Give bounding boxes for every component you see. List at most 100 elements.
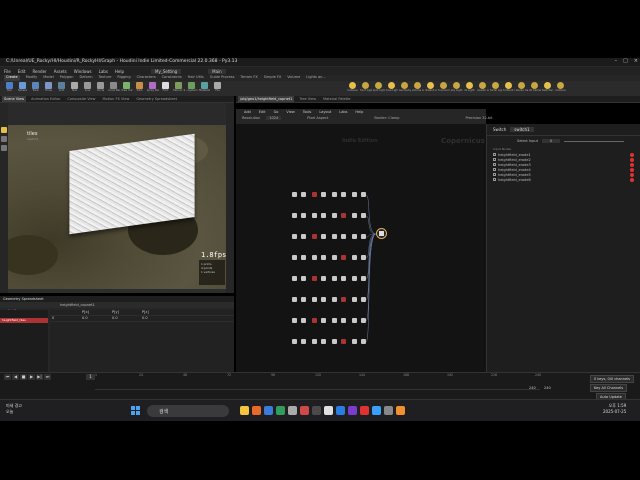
- shelf-tool[interactable]: Curve Bezier: [108, 81, 120, 95]
- remove-icon[interactable]: [630, 157, 634, 162]
- cop-node[interactable]: [301, 297, 306, 302]
- cop-node[interactable]: [361, 192, 366, 197]
- cop-node[interactable]: [361, 255, 366, 260]
- light-tool[interactable]: Area Light: [386, 81, 398, 95]
- shelf-tool[interactable]: Torus: [43, 81, 54, 95]
- shelf-tool[interactable]: Platonic Solids: [173, 81, 185, 95]
- cop-node[interactable]: [312, 234, 317, 239]
- light-tool[interactable]: Spot Light: [373, 81, 385, 95]
- light-tool[interactable]: Environment Light: [438, 81, 450, 95]
- light-tool[interactable]: Camera: [555, 81, 566, 95]
- checkbox-icon[interactable]: [493, 178, 496, 181]
- light-tool[interactable]: Volume Light: [412, 81, 424, 95]
- taskbar-app-icon[interactable]: [288, 406, 297, 415]
- network-menu-item[interactable]: Go: [274, 110, 279, 114]
- cop-node[interactable]: [292, 213, 297, 218]
- cop-node[interactable]: [341, 297, 346, 302]
- cop-node[interactable]: [312, 339, 317, 344]
- cop-node[interactable]: [312, 276, 317, 281]
- timeline-ruler[interactable]: 1 24 48 72 96 120 144 168 192 216 240: [95, 372, 541, 390]
- select-tool-icon[interactable]: [1, 127, 7, 133]
- taskbar-app-icon[interactable]: [300, 406, 309, 415]
- cop-node[interactable]: [352, 339, 357, 344]
- cop-node[interactable]: [332, 276, 337, 281]
- close-icon[interactable]: ×: [634, 58, 638, 64]
- cop-node[interactable]: [292, 297, 297, 302]
- rotate-tool-icon[interactable]: [1, 145, 7, 151]
- remove-icon[interactable]: [630, 167, 634, 172]
- shelf-tool[interactable]: L-System: [186, 81, 198, 95]
- next-key-icon[interactable]: ▶|: [36, 374, 43, 380]
- cop-node[interactable]: [312, 297, 317, 302]
- cop-node[interactable]: [301, 339, 306, 344]
- cop-node[interactable]: [301, 276, 306, 281]
- shelf-tool[interactable]: Line: [82, 81, 93, 95]
- light-tool[interactable]: Portal Light: [490, 81, 502, 95]
- network-menu-item[interactable]: Tools: [303, 110, 312, 114]
- checkbox-icon[interactable]: [493, 153, 496, 156]
- checkbox-icon[interactable]: [493, 163, 496, 166]
- cop-node[interactable]: [312, 318, 317, 323]
- menu-extra[interactable]: My_Setting: [151, 68, 182, 74]
- cop-node[interactable]: [292, 192, 297, 197]
- geo-path[interactable]: heightfield_copnet1: [0, 303, 95, 307]
- shelf-tool[interactable]: Circle: [95, 81, 106, 95]
- checkbox-icon[interactable]: [493, 158, 496, 161]
- light-tool[interactable]: Geometry Light: [399, 81, 411, 95]
- prev-key-icon[interactable]: ◀: [12, 374, 19, 380]
- shelf-tool[interactable]: Font: [160, 81, 171, 95]
- first-frame-icon[interactable]: ⏮: [4, 374, 11, 380]
- taskbar-app-icon[interactable]: [336, 406, 345, 415]
- light-tool[interactable]: Distant Light: [425, 81, 437, 95]
- light-tool[interactable]: Camera: [347, 81, 358, 95]
- cop-node[interactable]: [361, 213, 366, 218]
- cop-node[interactable]: [321, 234, 326, 239]
- light-tool[interactable]: GI Light: [464, 81, 475, 95]
- remove-icon[interactable]: [630, 162, 634, 167]
- cop-node[interactable]: [332, 234, 337, 239]
- network-menu-item[interactable]: Edit: [259, 110, 266, 114]
- cop-node[interactable]: [332, 297, 337, 302]
- end-frame-a[interactable]: 240: [529, 386, 536, 390]
- remove-icon[interactable]: [630, 177, 634, 182]
- taskbar-app-icon[interactable]: [360, 406, 369, 415]
- remove-icon[interactable]: [630, 152, 634, 157]
- shelf-tool[interactable]: Tube: [30, 81, 41, 95]
- network-menu-item[interactable]: Add: [244, 110, 251, 114]
- cop-node[interactable]: [292, 234, 297, 239]
- cop-node[interactable]: [292, 339, 297, 344]
- taskbar-app-icon[interactable]: [324, 406, 333, 415]
- network-menu-item[interactable]: View: [286, 110, 294, 114]
- select-input-field[interactable]: 0: [541, 139, 561, 143]
- move-tool-icon[interactable]: [1, 136, 7, 142]
- cop-node[interactable]: [352, 234, 357, 239]
- menu-assets[interactable]: Assets: [54, 69, 67, 74]
- menu-render[interactable]: Render: [32, 69, 46, 74]
- menu-extra[interactable]: Main: [208, 68, 226, 74]
- cop-node[interactable]: [332, 255, 337, 260]
- cop-node[interactable]: [301, 192, 306, 197]
- resolution-value[interactable]: 1024: [266, 116, 282, 120]
- shelf-tool[interactable]: Draw Curve: [121, 81, 133, 95]
- light-tool[interactable]: Sky Light: [451, 81, 462, 95]
- network-menu-item[interactable]: Help: [355, 110, 363, 114]
- cop-node[interactable]: [312, 213, 317, 218]
- end-frame-b[interactable]: 240: [544, 386, 551, 390]
- keys-channels[interactable]: 0 keys, 0/0 channels: [590, 375, 634, 383]
- maximize-icon[interactable]: □: [623, 58, 628, 64]
- shelf-tool[interactable]: Metaball: [199, 81, 210, 95]
- input-node-item[interactable]: heightfield_erode6: [493, 177, 634, 182]
- cop-node[interactable]: [321, 339, 326, 344]
- shelf-tool[interactable]: Spray Paint: [147, 81, 159, 95]
- cop-node[interactable]: [301, 318, 306, 323]
- remove-icon[interactable]: [630, 172, 634, 177]
- cop-node[interactable]: [341, 213, 346, 218]
- shelf-tool[interactable]: Grid: [56, 81, 67, 95]
- cop-node[interactable]: [341, 318, 346, 323]
- pane-tab[interactable]: Material Palette: [321, 96, 352, 102]
- cop-node[interactable]: [332, 339, 337, 344]
- shelf-tool[interactable]: Sphere: [17, 81, 28, 95]
- cop-node[interactable]: [341, 255, 346, 260]
- cop-node[interactable]: [352, 297, 357, 302]
- pane-tab[interactable]: Animation Editor: [29, 96, 62, 102]
